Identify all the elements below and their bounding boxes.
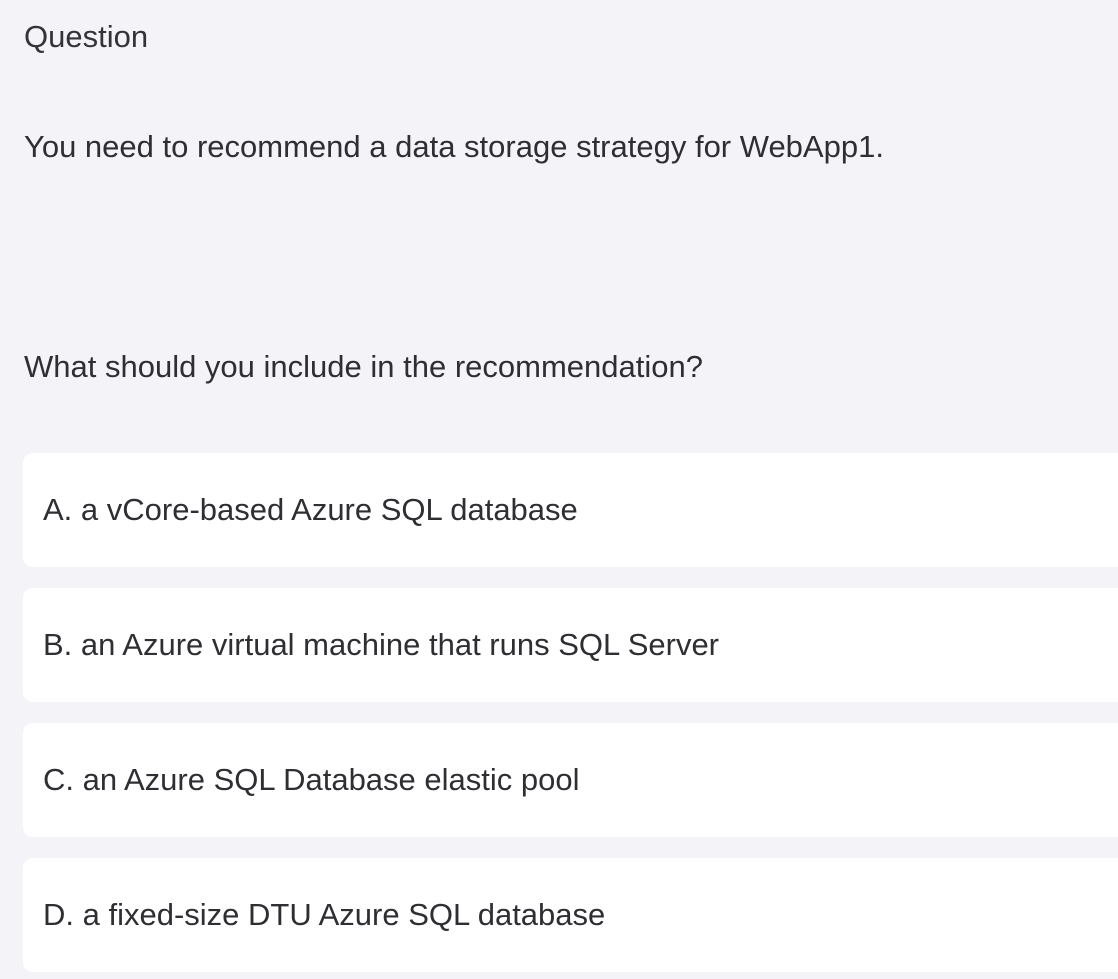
question-prompt-line: What should you include in the recommend… [24, 349, 703, 384]
question-stem-line: You need to recommend a data storage str… [24, 129, 884, 164]
answer-option-a-label: A. a vCore-based Azure SQL database [43, 492, 578, 527]
question-heading: Question [24, 19, 149, 54]
answer-option-b-label: B. an Azure virtual machine that runs SQ… [43, 627, 720, 662]
answer-option-b[interactable]: B. an Azure virtual machine that runs SQ… [23, 588, 1118, 702]
answer-option-a[interactable]: A. a vCore-based Azure SQL database [23, 453, 1118, 567]
answer-options-list: A. a vCore-based Azure SQL database B. a… [23, 453, 1118, 972]
answer-option-d-label: D. a fixed-size DTU Azure SQL database [43, 897, 606, 932]
answer-option-c[interactable]: C. an Azure SQL Database elastic pool [23, 723, 1118, 837]
answer-option-d[interactable]: D. a fixed-size DTU Azure SQL database [23, 858, 1118, 972]
answer-option-c-label: C. an Azure SQL Database elastic pool [43, 762, 580, 797]
